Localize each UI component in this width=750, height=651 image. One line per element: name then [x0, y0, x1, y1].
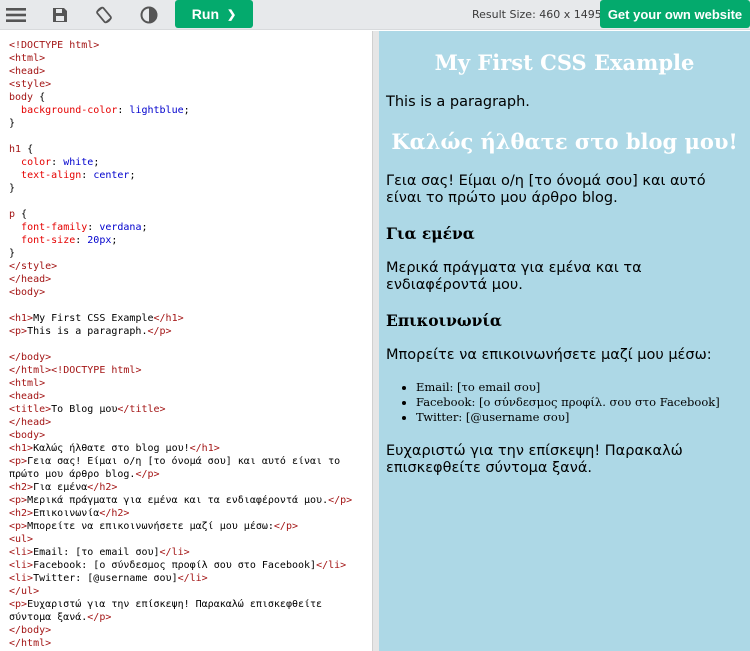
- result-paragraph-about: Μερικά πράγματα για εμένα και τα ενδιαφέ…: [386, 260, 642, 293]
- code-line[interactable]: }: [9, 247, 352, 260]
- code-line[interactable]: <h2>Για εμένα</h2>: [9, 481, 352, 494]
- floppy-disk-icon[interactable]: [48, 3, 72, 27]
- list-item: Email: [το email σου]: [416, 380, 743, 395]
- list-item: Twitter: [@username σου]: [416, 410, 743, 425]
- result-size-label: Result Size: 460 x 1495: [472, 8, 602, 21]
- code-line[interactable]: <html>: [9, 52, 352, 65]
- code-line[interactable]: }: [9, 182, 352, 195]
- code-line[interactable]: body {: [9, 91, 352, 104]
- code-line[interactable]: <li>Facebook: [ο σύνδεσμος προφίλ σου στ…: [9, 559, 352, 572]
- code-line[interactable]: <p>This is a paragraph.</p>: [9, 325, 352, 338]
- list-item: Facebook: [ο σύνδεσμος προφίλ. σου στο F…: [416, 395, 743, 410]
- result-paragraph-thanks: Ευχαριστώ για την επίσκεψη! Παρακαλώ επι…: [386, 443, 683, 476]
- result-heading-contact: Επικοινωνία: [386, 311, 502, 330]
- code-line[interactable]: <li>Twitter: [@username σου]</li>: [9, 572, 352, 585]
- code-line[interactable]: <p>Μπορείτε να επικοινωνήσετε μαζί μου μ…: [9, 520, 352, 533]
- code-line[interactable]: </html>: [9, 637, 352, 650]
- code-line[interactable]: <!DOCTYPE html>: [9, 39, 352, 52]
- code-line[interactable]: <ul>: [9, 533, 352, 546]
- code-line[interactable]: </head>: [9, 273, 352, 286]
- code-text[interactable]: <!DOCTYPE html> <html> <head> <style> body {…: [9, 39, 352, 650]
- result-heading-about: Για εμένα: [386, 224, 475, 243]
- result-contact-list: Email: [το email σου] Facebook: [ο σύνδε…: [416, 380, 743, 425]
- code-line[interactable]: <style>: [9, 78, 352, 91]
- result-paragraph-first: This is a paragraph.: [386, 94, 530, 110]
- code-line[interactable]: <h1>My First CSS Example</h1>: [9, 312, 352, 325]
- code-line[interactable]: <title>Το Blog μου</title>: [9, 403, 352, 416]
- code-line[interactable]: <li>Email: [το email σου]</li>: [9, 546, 352, 559]
- result-paragraph-contact: Μπορείτε να επικοινωνήσετε μαζί μου μέσω…: [386, 347, 712, 363]
- rotate-orientation-icon[interactable]: [92, 3, 116, 27]
- hamburger-menu-icon[interactable]: [4, 3, 28, 27]
- code-line[interactable]: ​: [9, 195, 352, 208]
- contrast-icon[interactable]: [137, 3, 161, 27]
- chevron-right-icon: ❯: [227, 8, 237, 21]
- code-line[interactable]: <h2>Επικοινωνία</h2>: [9, 507, 352, 520]
- code-line[interactable]: <p>Γεια σας! Είμαι ο/η [το όνομά σου] κα…: [9, 455, 352, 468]
- code-line[interactable]: </style>: [9, 260, 352, 273]
- code-line[interactable]: </body>: [9, 351, 352, 364]
- code-line[interactable]: πρώτο μου άρθρο blog.</p>: [9, 468, 352, 481]
- code-line[interactable]: </body>: [9, 624, 352, 637]
- code-line[interactable]: <html>: [9, 377, 352, 390]
- code-line[interactable]: <p>Μερικά πράγματα για εμένα και τα ενδι…: [9, 494, 352, 507]
- code-line[interactable]: background-color: lightblue;: [9, 104, 352, 117]
- code-line[interactable]: ​: [9, 338, 352, 351]
- code-line[interactable]: <head>: [9, 65, 352, 78]
- code-line[interactable]: font-family: verdana;: [9, 221, 352, 234]
- top-toolbar: Run ❯ Result Size: 460 x 1495 Get your o…: [0, 0, 750, 30]
- code-line[interactable]: ​: [9, 299, 352, 312]
- code-line[interactable]: <p>Ευχαριστώ για την επίσκεψη! Παρακαλώ …: [9, 598, 352, 611]
- run-button-label: Run: [191, 6, 219, 22]
- result-heading-first: My First CSS Example: [434, 50, 695, 75]
- result-preview: My First CSS Example This is a paragraph…: [379, 31, 750, 651]
- code-line[interactable]: }: [9, 117, 352, 130]
- result-heading-welcome: Καλώς ήλθατε στο blog μου!: [391, 129, 738, 154]
- get-own-website-button[interactable]: Get your own website: [600, 0, 750, 28]
- code-line[interactable]: p {: [9, 208, 352, 221]
- code-line[interactable]: <h1>Καλώς ήλθατε στο blog μου!</h1>: [9, 442, 352, 455]
- code-line[interactable]: </html><!DOCTYPE html>: [9, 364, 352, 377]
- code-line[interactable]: ​: [9, 130, 352, 143]
- run-button[interactable]: Run ❯: [175, 0, 253, 28]
- code-line[interactable]: </head>: [9, 416, 352, 429]
- code-line[interactable]: <body>: [9, 429, 352, 442]
- code-editor[interactable]: <!DOCTYPE html> <html> <head> <style> body {…: [0, 31, 373, 651]
- code-line[interactable]: h1 {: [9, 143, 352, 156]
- code-line[interactable]: </ul>: [9, 585, 352, 598]
- code-line[interactable]: <head>: [9, 390, 352, 403]
- result-paragraph-intro: Γεια σας! Είμαι ο/η [το όνομά σου] και α…: [386, 173, 706, 206]
- code-line[interactable]: text-align: center;: [9, 169, 352, 182]
- code-line[interactable]: σύντομα ξανά.</p>: [9, 611, 352, 624]
- code-line[interactable]: font-size: 20px;: [9, 234, 352, 247]
- code-line[interactable]: color: white;: [9, 156, 352, 169]
- code-line[interactable]: <body>: [9, 286, 352, 299]
